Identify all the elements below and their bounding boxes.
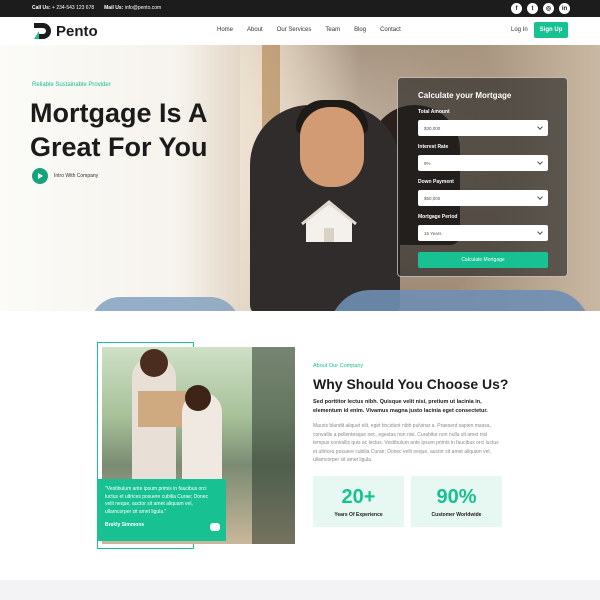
email-info[interactable]: Mail Us: info@pento.com xyxy=(104,5,161,11)
chevron-down-icon xyxy=(537,124,543,130)
hero-tagline: Reliable Sustainable Provider xyxy=(32,82,111,88)
nav-item-home[interactable]: Home xyxy=(217,27,233,33)
photo-child-1-head xyxy=(140,349,168,377)
mortgage-period-select[interactable]: 15 Years xyxy=(418,225,548,241)
stat-caption: Years Of Experience xyxy=(334,511,383,518)
nav-menu: Home About Our Services Team Blog Contac… xyxy=(217,27,401,33)
testimonial-text: "Vestibulum ante ipsum primis in faucibu… xyxy=(105,486,209,515)
logo[interactable]: Pento xyxy=(32,22,98,40)
total-amount-select[interactable]: $30,000 xyxy=(418,120,548,136)
testimonial-card: "Vestibulum ante ipsum primis in faucibu… xyxy=(97,479,226,541)
social-links: f t ◎ in xyxy=(511,3,570,14)
mortgage-period-label: Mortgage Period xyxy=(418,214,458,220)
next-section-band xyxy=(0,580,600,600)
photo-door xyxy=(252,347,295,544)
interest-rate-select[interactable]: 9% xyxy=(418,155,548,171)
login-link[interactable]: Log In xyxy=(511,27,528,33)
calculator-title: Calculate your Mortgage xyxy=(418,91,512,100)
house-model-icon xyxy=(301,200,357,242)
play-icon[interactable] xyxy=(32,168,48,184)
photo-child-2-head xyxy=(185,385,211,411)
down-payment-select[interactable]: $50,000 xyxy=(418,190,548,206)
stat-card-customers: 90% Customer Worldwide xyxy=(411,476,502,527)
nav-item-services[interactable]: Our Services xyxy=(277,27,312,33)
phone-info[interactable]: Call Us: + 234-543 123 678 xyxy=(32,5,94,11)
about-title: Why Should You Choose Us? xyxy=(313,376,509,392)
pillow-decor-left xyxy=(90,297,240,311)
interest-rate-label: Interest Rate xyxy=(418,144,449,150)
hero-title: Mortgage Is A Great For You xyxy=(30,98,208,162)
contact-info: Call Us: + 234-543 123 678 Mail Us: info… xyxy=(32,5,161,11)
down-payment-label: Down Payment xyxy=(418,179,454,185)
twitter-icon[interactable]: t xyxy=(527,3,538,14)
top-bar: Call Us: + 234-543 123 678 Mail Us: info… xyxy=(0,0,600,17)
calculate-button[interactable]: Calculate Mortgage xyxy=(418,252,548,268)
nav-item-contact[interactable]: Contact xyxy=(380,27,401,33)
stat-number: 90% xyxy=(436,485,477,508)
intro-video-link[interactable]: Intro With Company xyxy=(32,168,98,184)
instagram-icon[interactable]: ◎ xyxy=(543,3,554,14)
total-amount-label: Total Amount xyxy=(418,109,450,115)
mortgage-calculator: Calculate your Mortgage Total Amount $30… xyxy=(397,77,568,277)
signup-button[interactable]: Sign Up xyxy=(534,22,568,38)
chevron-down-icon xyxy=(537,194,543,200)
chevron-down-icon xyxy=(537,229,543,235)
pillow-decor-right xyxy=(330,290,590,311)
hero-photo-face xyxy=(300,107,364,187)
brand-name: Pento xyxy=(56,22,98,40)
main-nav: Pento Home About Our Services Team Blog … xyxy=(0,17,600,45)
chat-icon xyxy=(210,523,220,531)
nav-item-about[interactable]: About xyxy=(247,27,263,33)
chevron-down-icon xyxy=(537,159,543,165)
logo-mark-icon xyxy=(34,23,51,39)
stat-caption: Customer Worldwide xyxy=(431,511,482,518)
facebook-icon[interactable]: f xyxy=(511,3,522,14)
intro-label: Intro With Company xyxy=(54,173,99,179)
photo-box xyxy=(138,391,186,427)
stat-number: 20+ xyxy=(341,485,376,508)
about-lead: Sed porttitor lectus nibh. Quisque velit… xyxy=(313,399,488,414)
nav-item-team[interactable]: Team xyxy=(325,27,340,33)
about-body: Mauris blandit aliquet elit, eget tincid… xyxy=(313,423,499,464)
linkedin-icon[interactable]: in xyxy=(559,3,570,14)
nav-item-blog[interactable]: Blog xyxy=(354,27,366,33)
about-tagline: About Our Company xyxy=(313,363,364,369)
testimonial-author: Brakly Simmons xyxy=(105,522,145,528)
stat-card-experience: 20+ Years Of Experience xyxy=(313,476,404,527)
